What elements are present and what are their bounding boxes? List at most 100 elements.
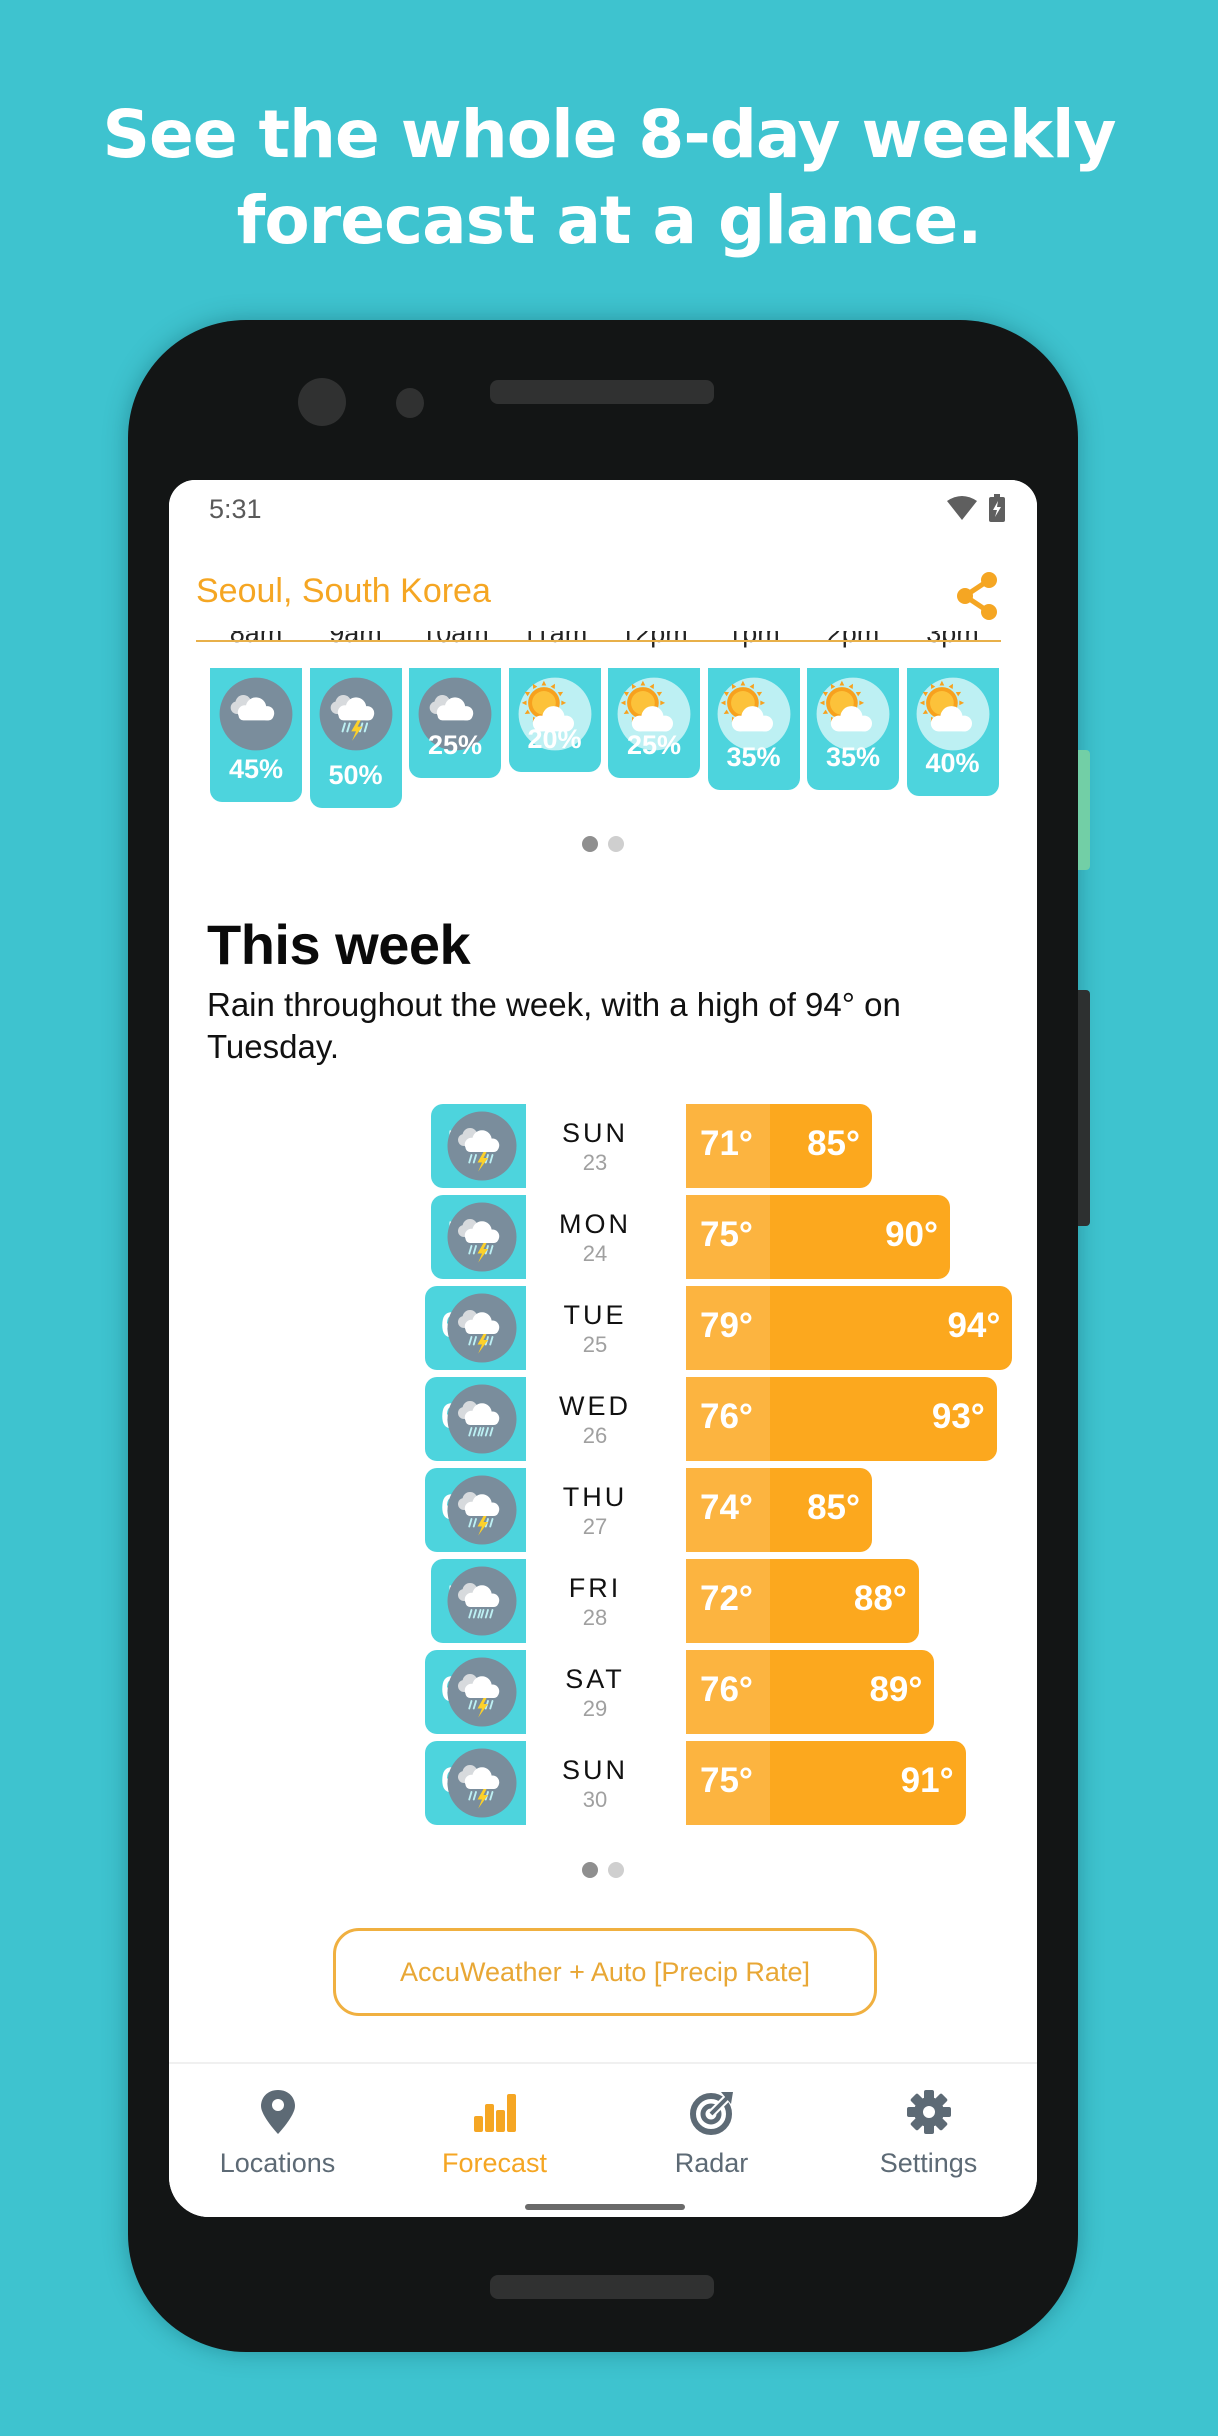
location-title[interactable]: Seoul, South Korea: [196, 572, 491, 611]
thunderstorm-icon: [319, 677, 392, 751]
temperature-high: 89°: [869, 1670, 923, 1709]
nav-label: Forecast: [441, 2148, 548, 2178]
day-row[interactable]: 60% THU 27 74° 85°: [169, 1468, 1037, 1552]
header-divider: [196, 640, 1001, 642]
weather-icon-wrapper: [446, 1292, 518, 1364]
rain-icon: [447, 1384, 517, 1454]
weather-icon-wrapper: [446, 1747, 518, 1819]
day-row[interactable]: 60% TUE 25 79° 94°: [169, 1286, 1037, 1370]
precip-value: 45%: [228, 754, 284, 784]
page-dot[interactable]: [608, 1862, 624, 1878]
home-indicator[interactable]: [525, 2204, 685, 2210]
header-mask: [169, 480, 1037, 631]
day-date: 29: [582, 1696, 608, 1721]
temperature-bar: 75° 91°: [686, 1741, 966, 1825]
thunderstorm-icon: [447, 1748, 517, 1818]
partly-sunny-icon: [916, 677, 989, 751]
temperature-high: 90°: [885, 1215, 938, 1254]
precip-value: 20%: [527, 724, 582, 754]
page-dot-active[interactable]: [582, 836, 598, 852]
day-date: 30: [582, 1787, 608, 1812]
precip-value: 35%: [825, 742, 881, 772]
day-name: WED: [559, 1391, 631, 1421]
temperature-low: 79°: [700, 1306, 753, 1345]
nav-label: Radar: [674, 2148, 749, 2178]
thunderstorm-icon: [447, 1293, 517, 1363]
day-row[interactable]: 60% WED 26 76° 93°: [169, 1377, 1037, 1461]
day-row[interactable]: 55% SUN 23 71° 85°: [169, 1104, 1037, 1188]
page-dot-active[interactable]: [582, 1862, 598, 1878]
day-date: 25: [582, 1332, 608, 1357]
thunderstorm-icon: [447, 1657, 517, 1727]
promo-headline: See the whole 8-day weekly forecast at a…: [0, 92, 1218, 264]
day-date: 23: [582, 1150, 608, 1175]
temperature-high: 85°: [807, 1488, 860, 1527]
thunderstorm-icon: [447, 1475, 517, 1545]
day-date: 26: [582, 1423, 608, 1448]
day-row[interactable]: 60% SAT 29 76° 89°: [169, 1650, 1037, 1734]
radar-icon: [690, 2092, 733, 2135]
day-row[interactable]: 55% MON 24 75° 90°: [169, 1195, 1037, 1279]
hourly-page-indicator: [582, 836, 624, 852]
temperature-high: 91°: [900, 1761, 954, 1800]
temperature-low: 76°: [700, 1397, 753, 1436]
thunderstorm-icon: [447, 1202, 517, 1272]
status-icons: [947, 494, 1005, 522]
precip-value: 25%: [626, 730, 682, 760]
share-button[interactable]: [953, 570, 1001, 622]
battery-charging-icon: [989, 494, 1005, 522]
nav-label: Locations: [219, 2148, 336, 2178]
temperature-bar: 72° 88°: [686, 1559, 919, 1643]
weather-icon-wrapper: [915, 676, 991, 752]
front-camera: [298, 378, 346, 426]
bar-chart-icon: [474, 2094, 516, 2132]
temperature-low: 75°: [700, 1215, 753, 1254]
rain-icon: [447, 1566, 517, 1636]
precip-value: 25%: [427, 730, 483, 760]
day-row[interactable]: 55% FRI 28 72° 88°: [169, 1559, 1037, 1643]
nav-settings[interactable]: Settings: [820, 2064, 1037, 2184]
day-name: TUE: [563, 1300, 627, 1330]
week-title: This week: [207, 913, 471, 976]
temperature-low: 75°: [700, 1761, 753, 1800]
weather-icon-wrapper: [446, 1565, 518, 1637]
temperature-bar: 76° 93°: [686, 1377, 997, 1461]
thunderstorm-icon: [447, 1111, 517, 1181]
earpiece-speaker: [490, 380, 714, 404]
day-row[interactable]: 60% SUN 30 75° 91°: [169, 1741, 1037, 1825]
day-name: SAT: [565, 1664, 625, 1694]
day-date: 24: [582, 1241, 608, 1266]
precip-value: 50%: [328, 760, 383, 790]
power-button: [1078, 750, 1090, 870]
page-dot[interactable]: [608, 836, 624, 852]
nav-forecast[interactable]: Forecast: [386, 2064, 603, 2184]
promo-headline-line-2: forecast at a glance.: [236, 182, 983, 259]
day-date: 27: [582, 1514, 608, 1539]
temperature-high: 93°: [931, 1397, 985, 1436]
day-name: MON: [559, 1209, 631, 1239]
precip-value: 35%: [726, 742, 781, 772]
partly-sunny-icon: [717, 677, 790, 751]
weather-icon-wrapper: [446, 1383, 518, 1455]
wifi-icon: [947, 496, 977, 520]
partly-sunny-icon: [816, 677, 890, 751]
share-icon: [957, 572, 997, 620]
temperature-bar: 74° 85°: [686, 1468, 872, 1552]
temperature-bar: 75° 90°: [686, 1195, 950, 1279]
data-source-button[interactable]: AccuWeather + Auto [Precip Rate]: [333, 1928, 877, 2016]
nav-locations[interactable]: Locations: [169, 2064, 386, 2184]
proximity-sensor: [396, 388, 424, 418]
nav-label: Settings: [879, 2148, 978, 2178]
precip-value: 40%: [925, 748, 980, 778]
nav-radar[interactable]: Radar: [603, 2064, 820, 2184]
temperature-high: 88°: [853, 1579, 907, 1618]
weather-icon-wrapper: [446, 1656, 518, 1728]
day-name: THU: [562, 1482, 628, 1512]
temperature-high: 94°: [947, 1306, 1001, 1345]
volume-button: [1078, 990, 1090, 1226]
temperature-low: 72°: [700, 1579, 753, 1618]
weather-icon-wrapper: [815, 676, 891, 752]
weather-icon-wrapper: [446, 1110, 518, 1182]
promo-headline-line-1: See the whole 8-day weekly: [102, 96, 1116, 173]
temperature-high: 85°: [807, 1124, 860, 1163]
